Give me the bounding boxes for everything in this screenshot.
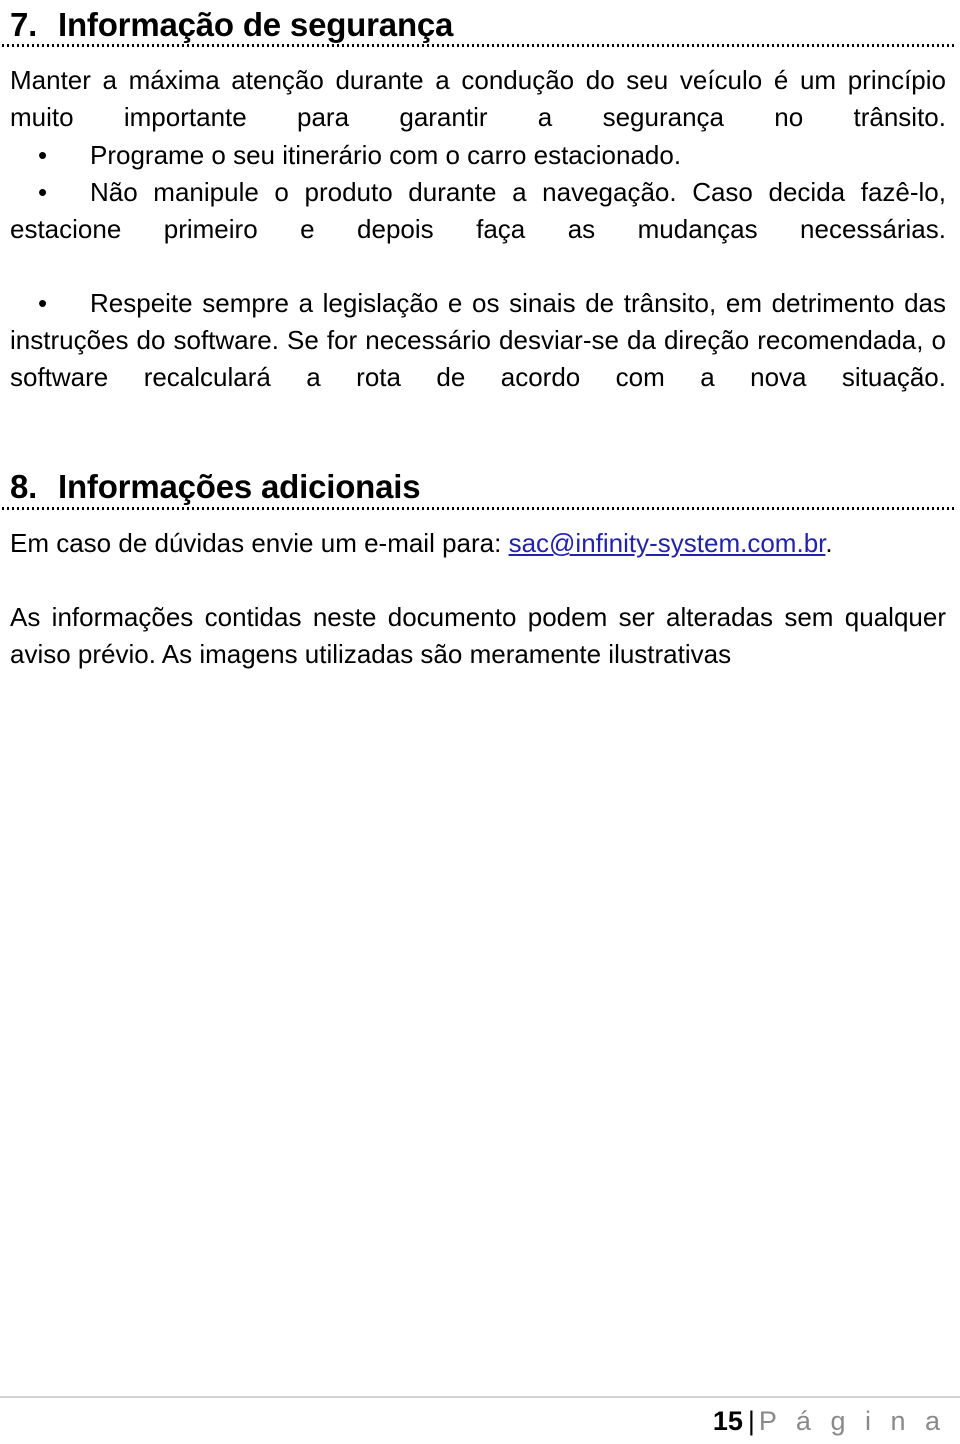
support-email-link[interactable]: sac@infinity-system.com.br — [509, 528, 826, 558]
contact-suffix-text: . — [825, 528, 833, 558]
contact-line: Em caso de dúvidas envie um e-mail para:… — [10, 525, 946, 562]
list-item: • Respeite sempre a legislação e os sinai… — [10, 285, 946, 433]
list-item-text: Respeite sempre a legislação e os sinais… — [10, 288, 946, 392]
page-number: 15 — [712, 1406, 743, 1436]
list-item-text: Programe o seu itinerário com o carro es… — [90, 140, 682, 170]
section-heading-8: 8. Informações adicionais — [10, 468, 955, 506]
document-page: 7. Informação de segurança Manter a máxim… — [0, 0, 960, 1444]
footer: 15 | P á g i n a — [713, 1404, 946, 1438]
list-item: • Programe o seu itinerário com o carro e… — [10, 137, 946, 174]
page-label: P á g i n a — [758, 1406, 946, 1436]
section-divider-8 — [2, 507, 955, 510]
section-heading-7: 7. Informação de segurança — [10, 6, 955, 44]
footer-separator: | — [747, 1406, 755, 1436]
bullet-dot-icon: • — [38, 177, 48, 207]
footer-divider — [0, 1396, 960, 1398]
list-item-text: Não manipule o produto durante a navegaç… — [10, 177, 946, 244]
bullet-dot-icon: • — [38, 140, 48, 170]
section-title-7: Informação de segurança — [58, 6, 454, 43]
section-number-8: 8. — [10, 468, 38, 505]
list-item: • Não manipule o produto durante a navega… — [10, 174, 946, 285]
safety-bullet-list: • Programe o seu itinerário com o carro e… — [10, 137, 946, 433]
bullet-dot-icon: • — [38, 288, 48, 318]
section-divider-7 — [2, 44, 955, 47]
disclaimer-paragraph: As informações contidas neste documento … — [10, 602, 946, 669]
contact-prefix-text: Em caso de dúvidas envie um e-mail para: — [10, 528, 509, 558]
section-title-8: Informações adicionais — [58, 468, 421, 505]
section-number-7: 7. — [10, 6, 38, 43]
